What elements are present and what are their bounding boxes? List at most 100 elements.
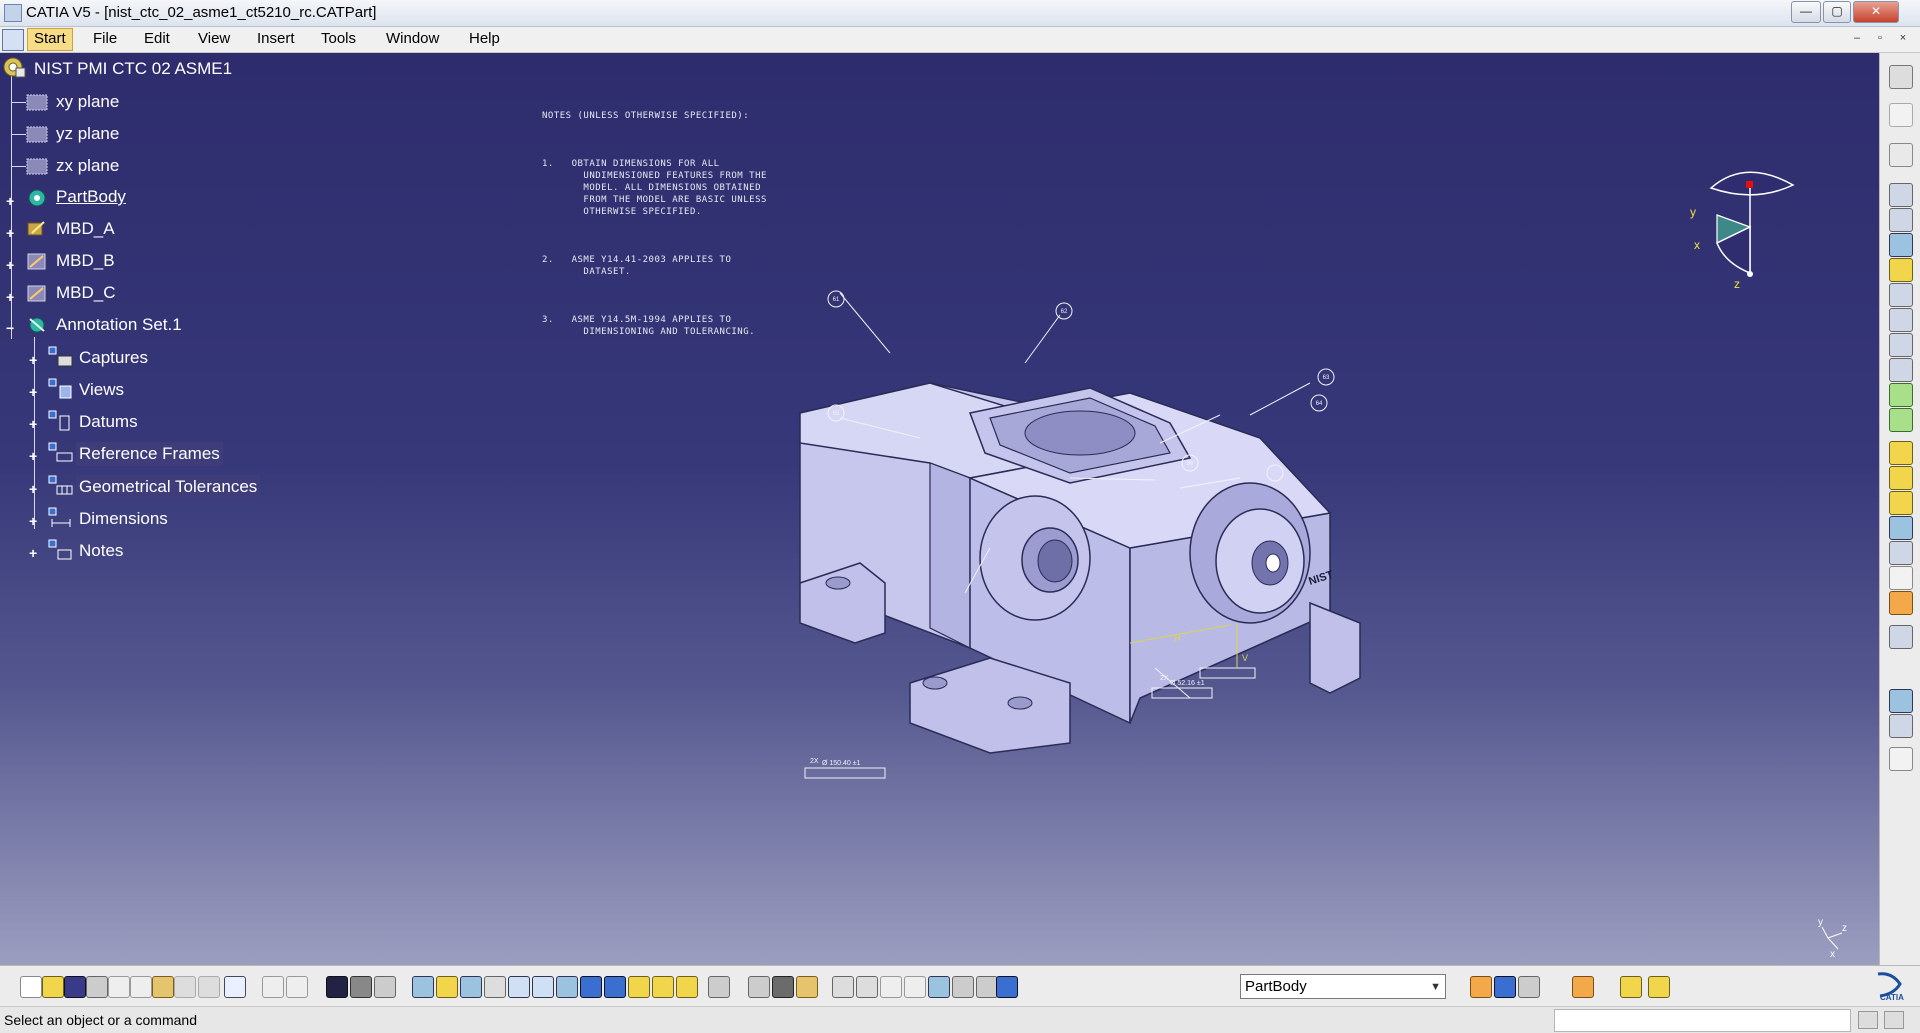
work-object-icon[interactable] [996,976,1018,998]
expand-captures-icon[interactable]: + [29,353,40,367]
doc-close-button[interactable]: × [1893,31,1913,47]
loft-icon[interactable] [1889,383,1913,407]
tree-item-partbody[interactable]: PartBody [56,187,126,207]
geometrical-set-icon[interactable] [26,251,48,271]
zoom-icon[interactable] [1889,747,1913,771]
3d-part-model[interactable]: NIST 61 62 63 64 65 66 2X Ø 150.40 ±1 2X… [770,283,1390,863]
compass-widget[interactable]: y x z [1685,163,1800,298]
capture-icon[interactable] [708,976,730,998]
measure-icon[interactable] [1889,625,1913,649]
analysis-icon[interactable] [1518,976,1540,998]
pan-icon[interactable] [460,976,482,998]
expand-mbd-b-icon[interactable]: + [6,258,17,272]
groove-icon[interactable] [1889,283,1913,307]
geometrical-set-icon[interactable] [26,283,48,303]
expand-datums-icon[interactable]: + [29,417,40,431]
menu-help[interactable]: Help [469,30,500,47]
plane-icon[interactable] [26,156,48,176]
datums-icon[interactable] [48,410,70,431]
multi-view-icon[interactable] [580,976,602,998]
hand-icon[interactable] [1572,976,1594,998]
chamfer-icon[interactable] [1889,466,1913,490]
expand-views-icon[interactable]: + [29,385,40,399]
cut-icon[interactable] [108,976,130,998]
tree-item-captures[interactable]: Captures [79,348,148,368]
tree-item-notes[interactable]: Notes [79,541,123,561]
envelope-icon[interactable] [1648,976,1670,998]
copy-icon[interactable] [130,976,152,998]
shading-icon[interactable] [628,976,650,998]
refresh-icon[interactable] [832,976,854,998]
measure-between-icon[interactable] [904,976,926,998]
paste-icon[interactable] [152,976,174,998]
tree-item-mbd-b[interactable]: MBD_B [56,251,115,271]
tree-item-annotation-set[interactable]: Annotation Set.1 [56,315,182,335]
knowledge-icon[interactable] [374,976,396,998]
fly-mode-icon[interactable] [412,976,434,998]
tree-item-xy-plane[interactable]: xy plane [56,92,119,112]
fit-all-icon[interactable] [436,976,458,998]
captures-icon[interactable] [48,346,73,367]
dimension-tool-icon[interactable] [748,976,770,998]
menu-edit[interactable]: Edit [144,30,170,47]
expand-reference-frames-icon[interactable]: + [29,449,40,463]
apply-material-icon[interactable] [1620,976,1642,998]
pad-icon[interactable] [1889,183,1913,207]
new-icon[interactable] [20,976,42,998]
comment-icon[interactable] [286,976,308,998]
doc-minimize-button[interactable]: – [1847,31,1867,47]
boolean-icon[interactable] [1889,591,1913,615]
scan-icon[interactable] [1494,976,1516,998]
formula-icon[interactable] [262,976,284,998]
gear-icon[interactable] [26,188,48,208]
expand-mbd-a-icon[interactable]: + [6,226,17,240]
menu-file[interactable]: File [93,30,117,47]
slot-icon[interactable] [1889,333,1913,357]
dimensions-icon[interactable] [48,507,71,527]
undo-icon[interactable] [174,976,196,998]
geometrical-tolerances-icon[interactable] [48,475,73,495]
render-style-icon[interactable] [928,976,950,998]
select-arrow-icon[interactable] [1889,103,1913,127]
tree-item-reference-frames[interactable]: Reference Frames [76,442,223,466]
maximize-button[interactable]: ▢ [1823,1,1851,23]
expand-geometrical-tolerances-icon[interactable]: + [29,482,40,496]
shell-icon[interactable] [1889,516,1913,540]
status-button-icon[interactable] [1884,1011,1904,1029]
open-icon[interactable] [42,976,64,998]
properties-icon[interactable] [976,976,998,998]
material-icon[interactable] [796,976,818,998]
catia-app-icon[interactable] [4,4,22,22]
notes-icon[interactable] [48,539,72,560]
grid-icon[interactable] [1889,714,1913,738]
expand-notes-icon[interactable]: + [29,546,40,560]
pmi-notes[interactable]: NOTES (UNLESS OTHERWISE SPECIFIED): 1. O… [542,86,767,362]
expand-partbody-icon[interactable]: + [6,194,17,208]
menu-insert[interactable]: Insert [257,30,295,47]
constraint-icon[interactable] [1889,689,1913,713]
rotate-icon[interactable] [484,976,506,998]
plane-icon[interactable] [26,92,48,112]
tree-root-label[interactable]: NIST PMI CTC 02 ASME1 [34,59,232,79]
menu-window[interactable]: Window [386,30,439,47]
layer-filter-icon[interactable] [952,976,974,998]
doc-restore-button[interactable]: ▫ [1870,31,1890,47]
tree-item-zx-plane[interactable]: zx plane [56,156,119,176]
tree-item-views[interactable]: Views [79,380,124,400]
help-icon[interactable] [224,976,246,998]
removed-loft-icon[interactable] [1889,408,1913,432]
sketch-icon[interactable] [1889,143,1913,167]
command-input[interactable] [1554,1009,1851,1032]
minimize-button[interactable]: — [1791,1,1821,23]
annotation-set-icon[interactable] [26,315,48,335]
tree-item-mbd-c[interactable]: MBD_C [56,283,116,303]
save-icon[interactable] [64,976,86,998]
tree-item-dimensions[interactable]: Dimensions [79,509,168,529]
publish-icon[interactable] [1470,976,1492,998]
shaft-icon[interactable] [1889,233,1913,257]
reference-frames-icon[interactable] [48,442,73,462]
status-button-icon[interactable] [1858,1011,1878,1029]
print-icon[interactable] [86,976,108,998]
plane-icon[interactable] [26,124,48,144]
current-body-select[interactable]: PartBody ▼ [1240,974,1446,999]
